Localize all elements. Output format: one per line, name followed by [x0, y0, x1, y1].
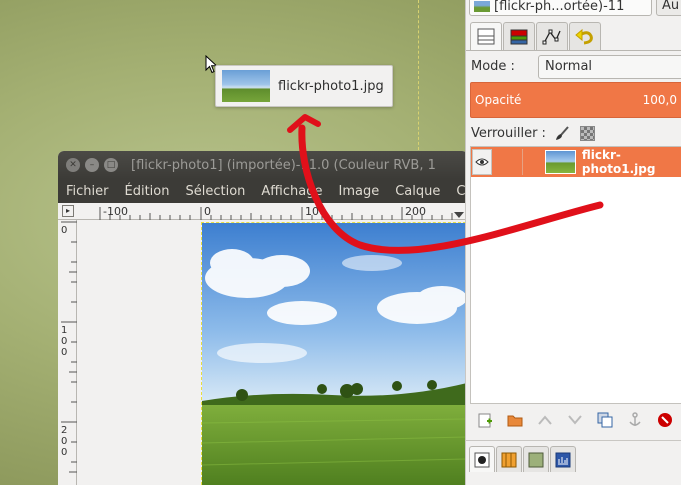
drag-filename: flickr-photo1.jpg	[278, 78, 384, 94]
vruler-label-0: 0	[61, 225, 67, 236]
close-window-button[interactable]: ✕	[66, 158, 80, 172]
ruler-label-200: 200	[405, 205, 426, 218]
brushes-icon	[474, 452, 490, 467]
window-title: [flickr-photo1] (importée)-11.0 (Couleur…	[131, 157, 436, 173]
layers-list[interactable]: flickr-photo1.jpg	[470, 146, 681, 404]
fonts-icon	[555, 452, 571, 467]
vruler-label-100-1: 1	[61, 325, 67, 336]
window-titlebar[interactable]: ✕ – □ [flickr-photo1] (importée)-11.0 (C…	[58, 151, 468, 179]
drag-thumbnail	[222, 70, 270, 102]
opacity-value: 100,0	[642, 93, 677, 107]
layer-chain-toggle[interactable]	[522, 149, 542, 175]
menu-calque[interactable]: Calque	[387, 184, 448, 199]
ruler-label-100: 100	[305, 205, 326, 218]
vruler-label-200-1: 2	[61, 425, 67, 436]
tab-layers[interactable]	[470, 22, 502, 50]
maximize-window-button[interactable]: □	[104, 158, 118, 172]
layer-name[interactable]: flickr-photo1.jpg	[582, 148, 681, 176]
opacity-label: Opacité	[475, 93, 522, 107]
layers-dock: [flickr-ph...ortée)-11 Au Mode: Normal …	[465, 0, 681, 485]
tab-undo-history[interactable]	[569, 22, 601, 50]
menu-affichage[interactable]: Affichage	[253, 184, 330, 199]
horizontal-ruler[interactable]: ▸ -100 0 100 200	[58, 203, 468, 220]
image-thumbnail-icon	[474, 0, 490, 12]
delete-layer-icon[interactable]	[650, 408, 680, 432]
raise-layer-icon[interactable]	[530, 408, 560, 432]
vruler-label-200-3: 0	[61, 447, 67, 458]
drag-preview: flickr-photo1.jpg	[215, 65, 393, 107]
undo-history-icon	[575, 28, 593, 44]
canvas-boundary	[418, 0, 419, 150]
patterns-icon	[501, 452, 517, 467]
duplicate-layer-icon[interactable]	[590, 408, 620, 432]
minimize-window-button[interactable]: –	[85, 158, 99, 172]
menu-edition[interactable]: Édition	[117, 184, 178, 199]
tab-brushes[interactable]	[469, 446, 495, 472]
mode-dropdown[interactable]: Normal	[538, 55, 681, 79]
lock-pixels-brush-icon[interactable]	[554, 125, 570, 141]
layer-row[interactable]: flickr-photo1.jpg	[471, 147, 681, 177]
visibility-eye-icon[interactable]	[472, 149, 493, 175]
menu-bar: Fichier Édition Sélection Affichage Imag…	[58, 179, 468, 203]
new-layer-icon[interactable]	[470, 408, 500, 432]
opacity-slider[interactable]: Opacité 100,0	[470, 82, 681, 118]
lock-label: Verrouiller :	[471, 125, 546, 141]
mode-label: Mode :	[471, 59, 515, 74]
tab-channels[interactable]	[503, 22, 535, 50]
auto-button[interactable]: Au	[656, 0, 681, 16]
photo-layer-content[interactable]	[201, 222, 466, 485]
vruler-label-100-3: 0	[61, 347, 67, 358]
ruler-label-0: 0	[204, 205, 211, 218]
vruler-label-100-2: 0	[61, 336, 67, 347]
navigate-arrow-icon[interactable]	[454, 212, 464, 218]
gradients-icon	[528, 452, 544, 467]
anchor-layer-icon[interactable]	[620, 408, 650, 432]
lock-alpha-checkerboard-icon[interactable]	[579, 125, 595, 141]
new-layer-group-icon[interactable]	[500, 408, 530, 432]
tab-patterns[interactable]	[496, 446, 522, 472]
tab-fonts[interactable]	[550, 446, 576, 472]
image-window: ✕ – □ [flickr-photo1] (importée)-11.0 (C…	[58, 151, 468, 485]
menu-selection[interactable]: Sélection	[177, 184, 253, 199]
image-selector-label: [flickr-ph...ortée)-11	[494, 0, 625, 14]
vruler-label-200-2: 0	[61, 436, 67, 447]
lower-layer-icon[interactable]	[560, 408, 590, 432]
paths-icon	[542, 29, 561, 44]
layer-toolbar	[470, 407, 681, 433]
menu-fichier[interactable]: Fichier	[58, 184, 117, 199]
layers-icon	[477, 28, 495, 44]
image-selector[interactable]: [flickr-ph...ortée)-11	[469, 0, 652, 16]
vertical-ruler[interactable]: 0 1 0 0 2 0 0	[58, 220, 77, 485]
tab-paths[interactable]	[536, 22, 568, 50]
layer-thumbnail	[544, 150, 576, 174]
tab-gradients[interactable]	[523, 446, 549, 472]
menu-image[interactable]: Image	[330, 184, 387, 199]
channels-icon	[510, 29, 528, 44]
ruler-label-minus-100: -100	[103, 205, 128, 218]
